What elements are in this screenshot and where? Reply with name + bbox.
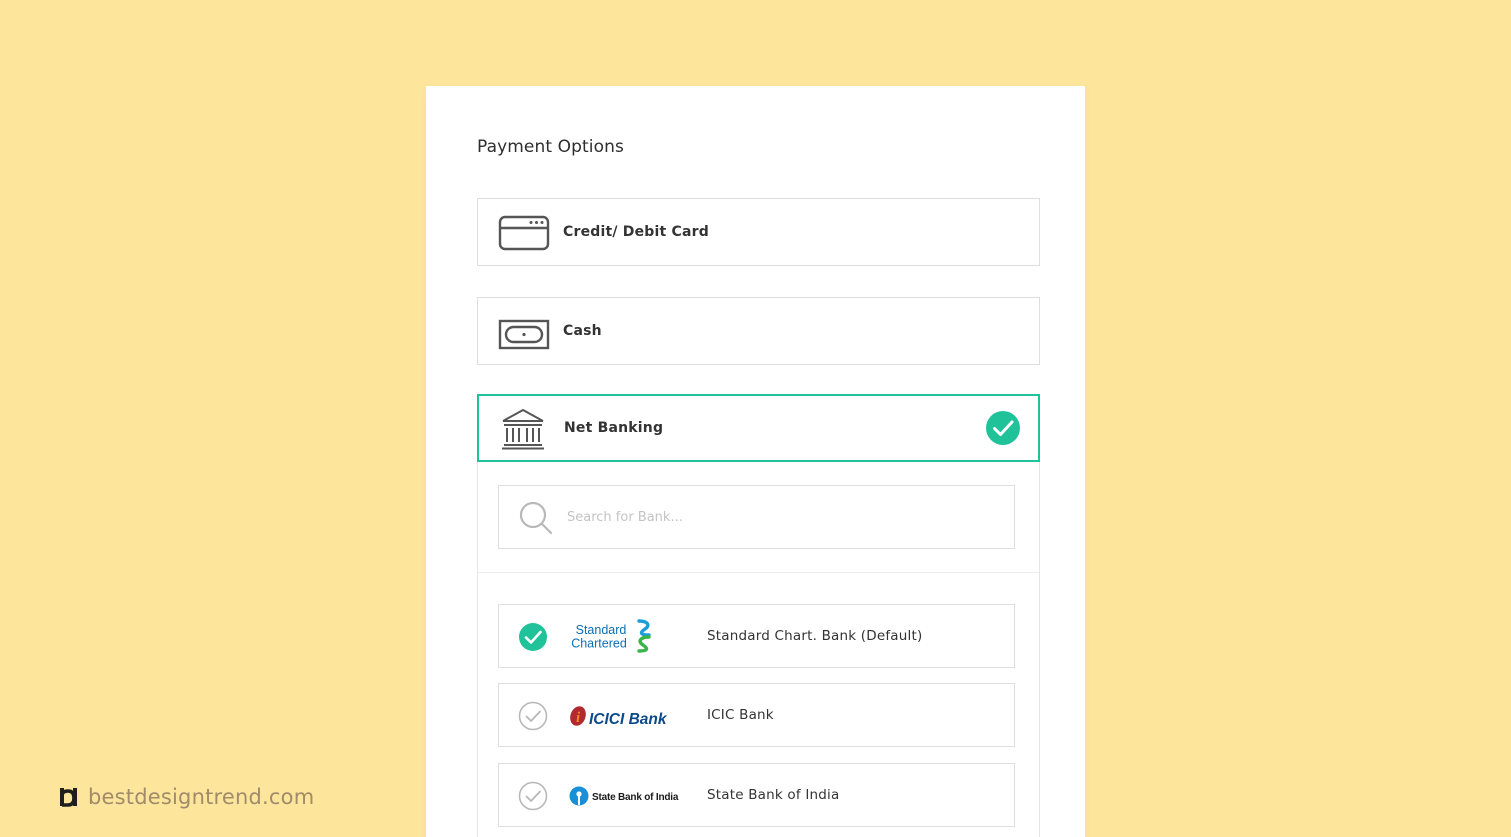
divider bbox=[478, 572, 1039, 573]
watermark-text: bestdesigntrend.com bbox=[88, 785, 315, 809]
brand-logo-icon bbox=[60, 788, 77, 807]
payment-option-label: Net Banking bbox=[564, 420, 664, 436]
payment-option-cash[interactable]: Cash bbox=[477, 297, 1040, 365]
cash-icon bbox=[498, 319, 550, 350]
icici-bank-logo: i ICICI Bank bbox=[570, 706, 668, 728]
checkmark-unselected-icon bbox=[518, 781, 548, 811]
payment-option-label: Cash bbox=[563, 323, 602, 339]
bank-row-standard-chartered[interactable]: Standard Chartered Standard Chart. Bank … bbox=[498, 604, 1015, 668]
payment-option-label: Credit/ Debit Card bbox=[563, 224, 709, 240]
logo-text: ICICI Bank bbox=[589, 711, 668, 728]
search-icon bbox=[519, 501, 553, 535]
bank-icon bbox=[502, 408, 544, 450]
watermark: bestdesigntrend.com bbox=[58, 782, 314, 812]
stage: Payment Options Credit/ Debit Card Cash bbox=[0, 0, 1511, 837]
bank-name: Standard Chart. Bank (Default) bbox=[707, 628, 923, 644]
bank-row-icici[interactable]: i ICICI Bank ICIC Bank bbox=[498, 683, 1015, 747]
bank-name: ICIC Bank bbox=[707, 707, 774, 723]
logo-text-line-1: Standard bbox=[576, 623, 627, 637]
bank-row-sbi[interactable]: State Bank of India State Bank of India bbox=[498, 763, 1015, 827]
payment-option-card[interactable]: Credit/ Debit Card bbox=[477, 198, 1040, 266]
bank-search-input[interactable] bbox=[567, 500, 997, 534]
payment-card: Payment Options Credit/ Debit Card Cash bbox=[426, 86, 1085, 837]
logo-text: State Bank of India bbox=[592, 792, 679, 803]
checkmark-unselected-icon bbox=[518, 701, 548, 731]
bank-name: State Bank of India bbox=[707, 787, 840, 803]
credit-card-icon bbox=[498, 215, 550, 251]
sbi-logo: State Bank of India bbox=[569, 786, 679, 806]
checkmark-selected-icon bbox=[986, 411, 1020, 445]
bank-search-box[interactable] bbox=[498, 485, 1015, 549]
checkmark-selected-icon bbox=[519, 623, 547, 651]
logo-text-line-2: Chartered bbox=[571, 637, 627, 651]
page-title: Payment Options bbox=[477, 137, 624, 157]
payment-option-net-banking[interactable]: Net Banking bbox=[477, 394, 1040, 462]
bank-selection-panel: Standard Chartered Standard Chart. Bank … bbox=[477, 462, 1040, 837]
standard-chartered-logo: Standard Chartered bbox=[571, 619, 651, 653]
